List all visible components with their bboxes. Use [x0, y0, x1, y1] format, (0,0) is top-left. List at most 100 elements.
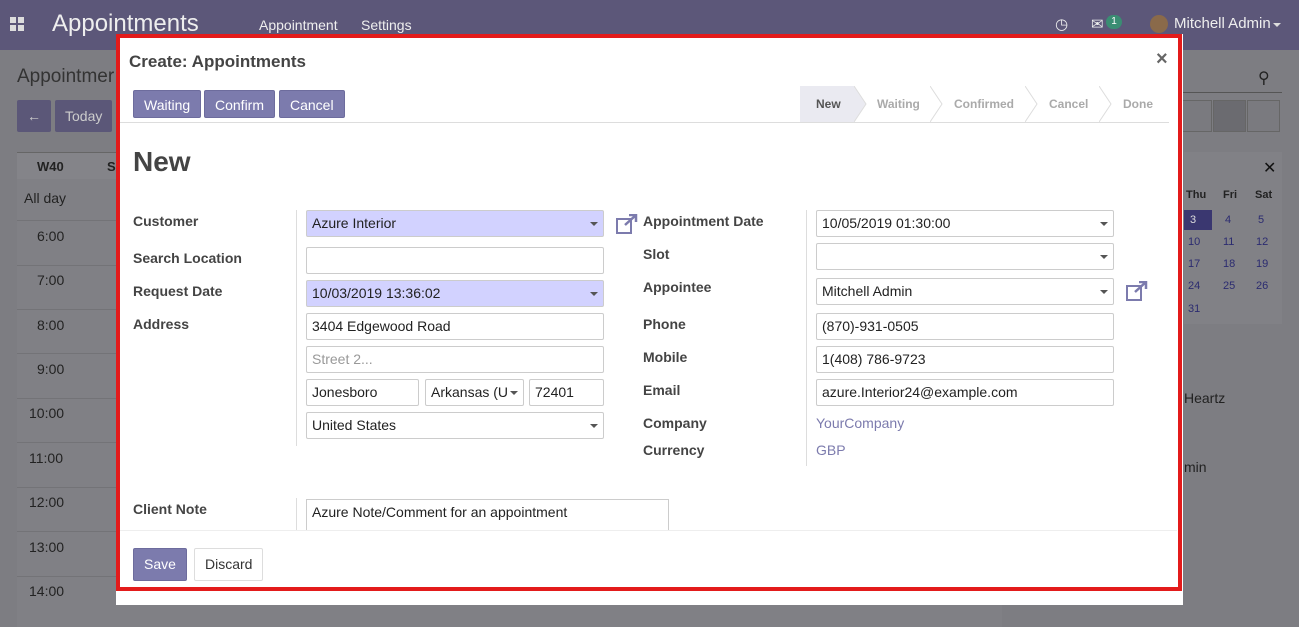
- stage-arrow-icon: [854, 86, 867, 122]
- stage-arrow-icon: [1025, 86, 1038, 122]
- create-appointment-dialog: Create: Appointments × Waiting Confirm C…: [116, 34, 1183, 605]
- attendee-filter-item[interactable]: min: [1184, 459, 1207, 475]
- email-label: Email: [643, 382, 681, 398]
- stage-done[interactable]: Done: [1123, 86, 1153, 122]
- mini-calendar-day[interactable]: 3: [1190, 214, 1196, 226]
- menu-appointment[interactable]: Appointment: [259, 17, 338, 33]
- request-date-field[interactable]: 10/03/2019 13:36:02: [306, 280, 604, 307]
- client-note-field[interactable]: Azure Note/Comment for an appointment: [306, 499, 669, 530]
- client-note-label: Client Note: [133, 501, 207, 517]
- chevron-down-icon: [1100, 222, 1108, 226]
- user-menu[interactable]: Mitchell Admin: [1174, 15, 1271, 32]
- mini-calendar-day[interactable]: 24: [1188, 280, 1200, 292]
- stage-waiting[interactable]: Waiting: [877, 86, 920, 122]
- slot-field[interactable]: [816, 243, 1114, 270]
- time-label: 9:00: [37, 361, 65, 377]
- chevron-down-icon: [590, 424, 598, 428]
- mini-calendar-day[interactable]: 19: [1256, 258, 1268, 270]
- appointment-date-label: Appointment Date: [643, 213, 764, 229]
- mobile-field[interactable]: 1(408) 786-9723: [816, 346, 1114, 373]
- close-icon[interactable]: ×: [1156, 48, 1168, 71]
- close-icon[interactable]: ✕: [1263, 158, 1276, 178]
- apps-menu-icon[interactable]: [10, 17, 24, 31]
- today-button[interactable]: Today: [55, 100, 113, 132]
- stage-new[interactable]: New: [800, 86, 854, 122]
- company-label: Company: [643, 415, 707, 431]
- time-label: 14:00: [29, 583, 65, 599]
- mini-calendar-header: Thu: [1186, 189, 1207, 201]
- stage-cancel[interactable]: Cancel: [1049, 86, 1088, 122]
- external-link-icon[interactable]: [616, 214, 638, 234]
- company-link[interactable]: YourCompany: [816, 415, 904, 431]
- cancel-button[interactable]: Cancel: [279, 90, 345, 118]
- mini-calendar-day[interactable]: 10: [1188, 236, 1200, 248]
- search-location-field[interactable]: [306, 247, 604, 274]
- stage-arrow-icon: [1099, 86, 1112, 122]
- kanban-view-icon[interactable]: [1213, 100, 1246, 132]
- mini-calendar-header: Sat: [1255, 189, 1273, 201]
- day-header: S: [107, 159, 116, 174]
- time-label: 11:00: [29, 450, 63, 466]
- stage-arrow-icon: [930, 86, 943, 122]
- record-name: New: [133, 146, 191, 177]
- group-divider: [296, 210, 297, 446]
- country-value: United States: [312, 417, 397, 433]
- time-label: 8:00: [37, 317, 65, 333]
- time-label: 7:00: [37, 272, 65, 288]
- save-button[interactable]: Save: [133, 548, 187, 581]
- previous-button[interactable]: ←: [17, 100, 51, 132]
- request-date-label: Request Date: [133, 283, 223, 299]
- slot-label: Slot: [643, 246, 670, 262]
- mobile-label: Mobile: [643, 349, 688, 365]
- mini-calendar-day[interactable]: 26: [1256, 280, 1268, 292]
- chat-icon[interactable]: ✉: [1091, 15, 1104, 33]
- menu-settings[interactable]: Settings: [361, 17, 412, 33]
- waiting-button[interactable]: Waiting: [133, 90, 202, 118]
- appointment-date-field[interactable]: 10/05/2019 01:30:00: [816, 210, 1114, 237]
- state-field[interactable]: Arkansas (U: [425, 379, 524, 406]
- mini-calendar-day[interactable]: 4: [1225, 214, 1231, 226]
- mini-calendar-header: Fri: [1223, 189, 1238, 201]
- page-title: Appointmer: [17, 66, 115, 87]
- chevron-down-icon: [1100, 290, 1108, 294]
- mini-calendar-day[interactable]: 25: [1223, 280, 1235, 292]
- zip-field[interactable]: 72401: [529, 379, 604, 406]
- phone-field[interactable]: (870)-931-0505: [816, 313, 1114, 340]
- appointment-date-value: 10/05/2019 01:30:00: [822, 215, 951, 231]
- chat-count-badge: 1: [1106, 15, 1122, 29]
- street2-field[interactable]: Street 2...: [306, 346, 604, 373]
- search-icon[interactable]: ⚲: [1258, 68, 1270, 88]
- mini-calendar-day[interactable]: 12: [1256, 236, 1268, 248]
- mini-calendar-day[interactable]: 31: [1188, 303, 1200, 315]
- state-value: Arkansas (U: [431, 384, 509, 400]
- customer-field[interactable]: Azure Interior: [306, 210, 604, 237]
- mini-calendar-day[interactable]: 17: [1188, 258, 1200, 270]
- mini-calendar-day[interactable]: 11: [1223, 236, 1234, 248]
- header-divider: [119, 122, 1169, 123]
- discard-button[interactable]: Discard: [194, 548, 264, 581]
- group-divider: [296, 498, 297, 530]
- appointee-field[interactable]: Mitchell Admin: [816, 278, 1114, 305]
- address-label: Address: [133, 316, 190, 332]
- currency-link[interactable]: GBP: [816, 442, 846, 458]
- search-location-label: Search Location: [133, 250, 242, 266]
- stage-confirmed[interactable]: Confirmed: [954, 86, 1014, 122]
- avatar[interactable]: [1150, 15, 1168, 33]
- customer-label: Customer: [133, 213, 199, 229]
- external-link-icon[interactable]: [1126, 281, 1148, 301]
- email-field[interactable]: azure.Interior24@example.com: [816, 379, 1114, 406]
- attendee-filter-item[interactable]: Heartz: [1184, 390, 1225, 406]
- street-field[interactable]: 3404 Edgewood Road: [306, 313, 604, 340]
- mini-calendar-day[interactable]: 5: [1258, 214, 1264, 226]
- city-field[interactable]: Jonesboro: [306, 379, 419, 406]
- status-bar: New Waiting Confirmed Cancel Done: [800, 86, 1170, 122]
- map-view-icon[interactable]: [1182, 100, 1212, 132]
- activity-clock-icon[interactable]: ◷: [1055, 15, 1068, 33]
- time-label: 6:00: [37, 228, 65, 244]
- list-view-icon[interactable]: [1247, 100, 1280, 132]
- country-field[interactable]: United States: [306, 412, 604, 439]
- time-label: 12:00: [29, 494, 65, 510]
- time-label: 10:00: [29, 405, 65, 421]
- mini-calendar-day[interactable]: 18: [1223, 258, 1235, 270]
- confirm-button[interactable]: Confirm: [204, 90, 276, 118]
